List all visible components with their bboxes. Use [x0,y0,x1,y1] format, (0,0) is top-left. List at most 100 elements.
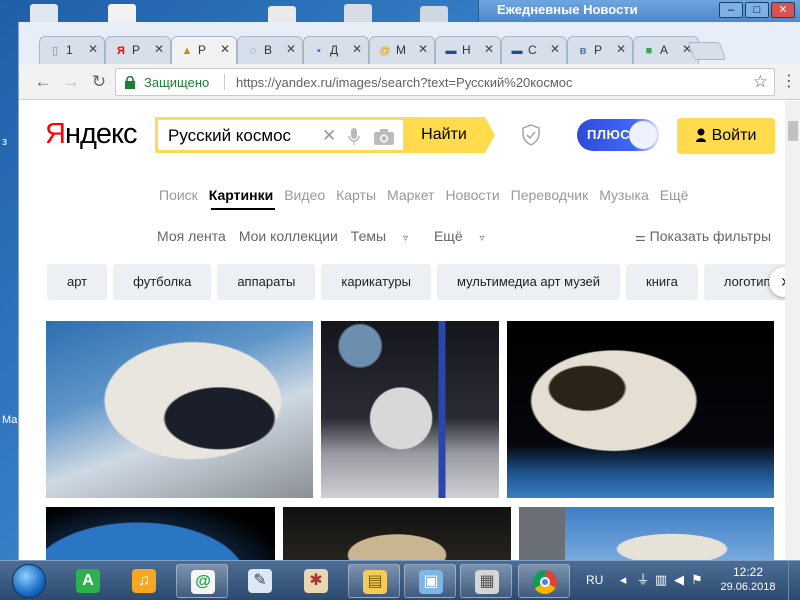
camera-icon[interactable] [374,129,394,145]
tab-close-icon[interactable]: ✕ [154,42,164,56]
browser-tab[interactable]: ▬ С ✕ [501,36,567,64]
tab-close-icon[interactable]: ✕ [352,42,362,56]
music-icon: ♫ [132,569,156,593]
service-news[interactable]: Новости [445,187,499,203]
related-query-chip[interactable]: футболка [113,264,212,300]
related-query-chip[interactable]: мультимедиа арт музей [436,264,621,300]
language-indicator[interactable]: RU [586,573,603,587]
new-tab-button[interactable] [687,42,727,60]
image-result[interactable] [46,507,275,560]
tab-title: 1 [66,43,73,57]
tab-close-icon[interactable]: ✕ [418,42,428,56]
browser-menu-icon[interactable]: ⋮ [781,72,797,92]
my-feed-link[interactable]: Моя лента [157,228,226,244]
shield-icon[interactable] [521,124,541,146]
tray-overflow-icon[interactable]: ◂ [616,573,630,587]
taskbar: A ♫ @ ✎ ✱ ▤ ▣ ▦ RU ◂ ⏚ ▥ ◀ ⚑ 12:22 29.06… [0,560,800,600]
related-query-chip[interactable]: карикатуры [321,264,431,300]
clear-icon[interactable]: ✕ [322,126,336,146]
forward-button[interactable]: → [61,72,81,92]
browser-tab[interactable]: ▪ Д ✕ [303,36,369,64]
show-filters-link[interactable]: ⚌ Показать фильтры [635,228,771,244]
tab-close-icon[interactable]: ✕ [550,42,560,56]
launcher-icon: A [76,569,100,593]
back-button[interactable]: ← [33,72,53,92]
taskbar-app[interactable]: ♫ [118,564,170,598]
tab-title: Д [330,43,339,57]
microphone-icon[interactable] [348,128,360,146]
image-result[interactable] [283,507,511,560]
usb-icon[interactable]: ⏚ [636,573,650,587]
address-bar[interactable]: Защищено https://yandex.ru/images/search… [115,68,775,96]
service-more[interactable]: Ещё [660,187,689,203]
related-query-chip[interactable]: книга [626,264,698,300]
volume-icon[interactable]: ◀ [672,573,686,587]
taskbar-app[interactable]: ✎ [234,564,286,598]
search-input[interactable] [168,124,318,148]
tab-close-icon[interactable]: ✕ [220,42,230,56]
url-text[interactable]: https://yandex.ru/images/search?text=Рус… [236,75,573,90]
yandex-logo[interactable]: Яндекс [45,118,138,151]
related-query-chip[interactable]: арт [47,264,108,300]
tab-close-icon[interactable]: ✕ [286,42,296,56]
image-result[interactable] [321,321,499,498]
login-button[interactable]: Войти [677,118,775,154]
desktop-icon-label: з [2,136,8,148]
search-button[interactable]: Найти [403,117,495,153]
flag-icon[interactable]: ⚑ [690,573,704,587]
image-result[interactable] [46,321,313,498]
browser-tab[interactable]: ■ А ✕ [633,36,699,64]
chrome-icon [533,570,557,594]
close-button[interactable]: ✕ [771,2,795,18]
filters-icon: ⚌ [635,230,646,244]
show-desktop-button[interactable] [788,561,800,600]
related-query-chip[interactable]: аппараты [217,264,316,300]
tab-title: М [396,43,406,57]
maximize-button[interactable]: □ [745,2,769,18]
tab-title: Р [198,43,207,57]
service-market[interactable]: Маркет [387,187,434,203]
paint-icon: ✱ [304,569,328,593]
yandex-icon: Я [117,45,125,57]
taskbar-app[interactable]: ▤ [348,564,400,598]
taskbar-app[interactable]: ▣ [404,564,456,598]
taskbar-app[interactable]: A [62,564,114,598]
service-video[interactable]: Видео [284,187,325,203]
more-dropdown[interactable]: Ещё ▿ [434,228,498,244]
minimize-button[interactable]: – [719,2,743,18]
browser-tab[interactable]: ▯ 1 ✕ [39,36,105,64]
browser-tab[interactable]: ▲ Р ✕ [171,36,237,64]
browser-tab[interactable]: ◌ В ✕ [237,36,303,64]
service-search[interactable]: Поиск [159,187,198,203]
browser-tab[interactable]: ▬ Н ✕ [435,36,501,64]
plus-toggle[interactable]: ПЛЮС [577,119,659,151]
taskbar-app[interactable]: ▦ [460,564,512,598]
service-maps[interactable]: Карты [336,187,376,203]
scrollbar-thumb[interactable] [788,121,798,141]
taskbar-app[interactable] [518,564,570,598]
browser-tab[interactable]: @ М ✕ [369,36,435,64]
taskbar-app[interactable]: ✱ [290,564,342,598]
tab-close-icon[interactable]: ✕ [484,42,494,56]
background-window-titlebar[interactable]: Ежедневные Новости – □ ✕ [478,0,800,22]
themes-dropdown[interactable]: Темы ▿ [351,228,421,244]
reload-button[interactable]: ↻ [89,72,109,92]
image-result[interactable] [507,321,774,498]
service-images[interactable]: Картинки [209,187,273,203]
browser-tab[interactable]: в Р ✕ [567,36,633,64]
page-scrollbar[interactable] [785,101,800,560]
image-result[interactable] [519,507,774,560]
service-translate[interactable]: Переводчик [511,187,589,203]
network-icon[interactable]: ▥ [654,573,668,587]
tab-title: С [528,43,537,57]
images-icon: ▲ [181,45,193,57]
system-clock[interactable]: 12:22 29.06.2018 [716,565,780,593]
bookmark-star-icon[interactable]: ☆ [753,72,768,92]
browser-tab[interactable]: Я Р ✕ [105,36,171,64]
service-music[interactable]: Музыка [599,187,649,203]
tab-close-icon[interactable]: ✕ [88,42,98,56]
taskbar-app[interactable]: @ [176,564,228,598]
start-button[interactable] [4,563,56,599]
tab-close-icon[interactable]: ✕ [616,42,626,56]
my-collections-link[interactable]: Мои коллекции [239,228,338,244]
